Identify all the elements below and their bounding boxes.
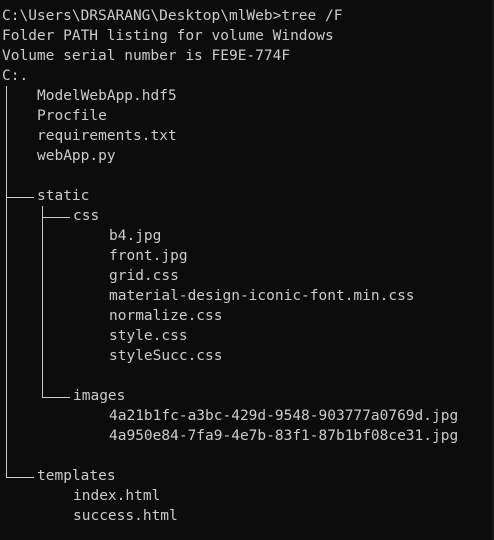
terminal-window[interactable]: C:\Users\DRSARANG\Desktop\mlWeb>tree /F … bbox=[0, 0, 494, 540]
file-entry: ModelWebApp.hdf5 bbox=[37, 88, 177, 104]
folder-css: css bbox=[73, 208, 100, 224]
command-line: C:\Users\DRSARANG\Desktop\mlWeb>tree /F bbox=[2, 8, 343, 24]
root-drive-line: C:. bbox=[2, 68, 29, 84]
file-entry: index.html bbox=[73, 488, 161, 504]
file-entry: requirements.txt bbox=[37, 128, 177, 144]
tree-branch-images bbox=[42, 397, 70, 398]
file-entry: Procfile bbox=[37, 108, 107, 124]
file-entry: material-design-iconic-font.min.css bbox=[109, 288, 415, 304]
file-entry: webApp.py bbox=[37, 148, 116, 164]
tree-guide-static bbox=[42, 206, 43, 397]
file-entry: front.jpg bbox=[109, 248, 188, 264]
file-entry: 4a21b1fc-a3bc-429d-9548-903777a0769d.jpg bbox=[109, 408, 459, 424]
file-entry: 4a950e84-7fa9-4e7b-83f1-87b1bf08ce31.jpg bbox=[109, 428, 459, 444]
folder-images: images bbox=[73, 388, 126, 404]
file-entry: style.css bbox=[109, 328, 188, 344]
listing-line: Folder PATH listing for volume Windows bbox=[2, 28, 334, 44]
file-entry: styleSucc.css bbox=[109, 348, 223, 364]
tree-branch-templates bbox=[6, 477, 34, 478]
folder-static: static bbox=[37, 188, 90, 204]
tree-branch-static bbox=[6, 197, 34, 198]
file-entry: normalize.css bbox=[109, 308, 223, 324]
file-entry: success.html bbox=[73, 508, 178, 524]
tree-guide-root bbox=[6, 86, 7, 477]
folder-templates: templates bbox=[37, 468, 116, 484]
serial-line: Volume serial number is FE9E-774F bbox=[2, 48, 291, 64]
file-entry: b4.jpg bbox=[109, 228, 162, 244]
tree-branch-css bbox=[42, 217, 70, 218]
file-entry: grid.css bbox=[109, 268, 179, 284]
